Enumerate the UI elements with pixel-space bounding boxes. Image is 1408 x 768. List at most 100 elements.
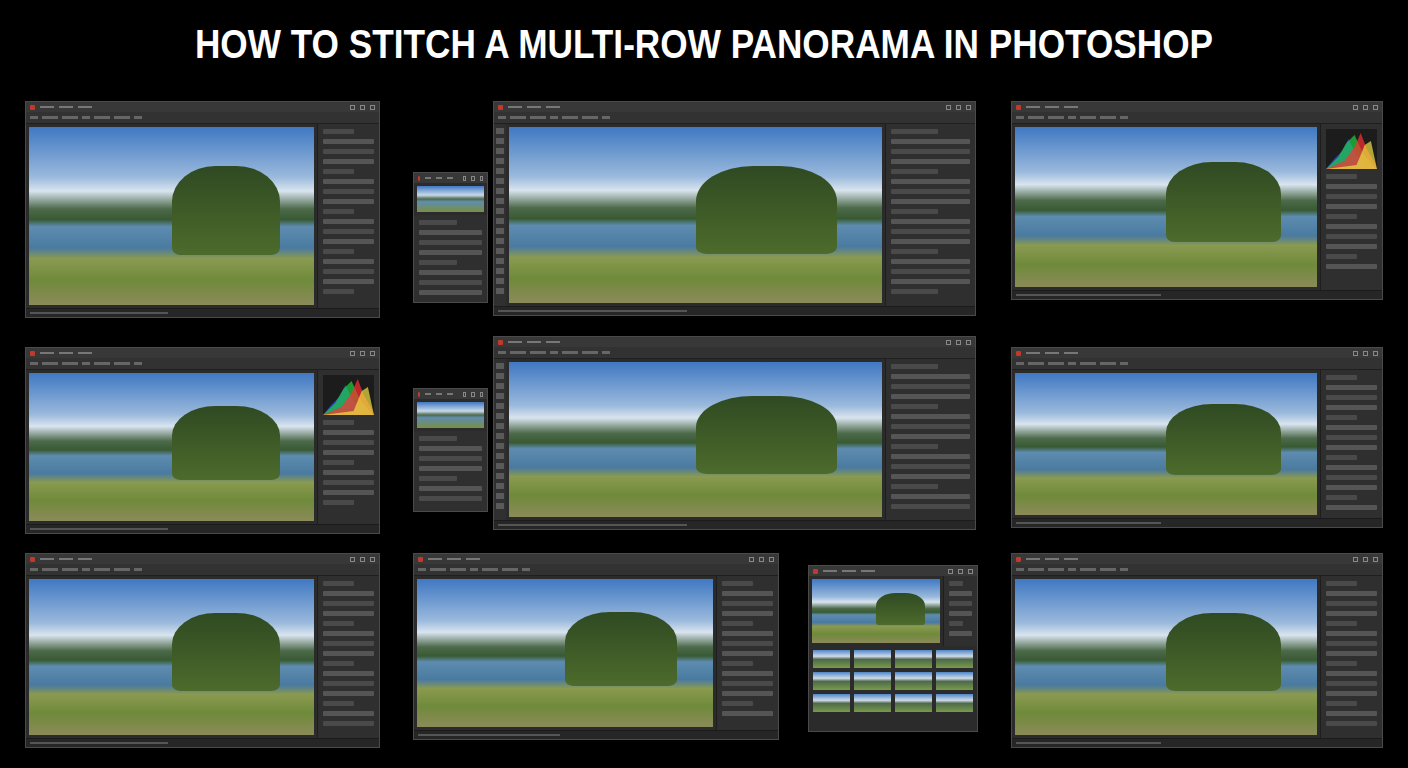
close-icon[interactable] [370, 351, 375, 356]
panel-window[interactable] [413, 388, 488, 512]
panel-row[interactable] [419, 260, 457, 265]
panel-row[interactable] [1326, 435, 1377, 440]
menu-item[interactable] [40, 352, 54, 354]
editor-window[interactable] [1011, 347, 1383, 528]
panel-row[interactable] [1326, 194, 1377, 199]
panel-row[interactable] [1326, 415, 1357, 420]
panel-row[interactable] [891, 229, 970, 234]
tool-icon[interactable] [496, 443, 504, 449]
menu-item[interactable] [447, 393, 453, 395]
option-control[interactable] [582, 116, 598, 119]
panel-row[interactable] [419, 476, 457, 481]
panel-row[interactable] [323, 611, 374, 616]
panel-row[interactable] [891, 444, 938, 449]
panel-row[interactable] [323, 450, 374, 455]
panel-row[interactable] [1326, 244, 1377, 249]
panel-row[interactable] [323, 199, 374, 204]
panel-row[interactable] [722, 581, 753, 586]
panel-row[interactable] [323, 159, 374, 164]
panel-row[interactable] [419, 220, 457, 225]
maximize-icon[interactable] [471, 392, 474, 397]
panel-row[interactable] [1326, 184, 1377, 189]
panel-row[interactable] [722, 711, 773, 716]
panel-row[interactable] [419, 290, 482, 295]
minimize-icon[interactable] [1353, 557, 1358, 562]
panel-row[interactable] [1326, 204, 1377, 209]
panel-row[interactable] [323, 440, 374, 445]
menu-item[interactable] [447, 177, 453, 179]
menu-item[interactable] [1064, 106, 1078, 108]
panel-row[interactable] [323, 460, 354, 465]
image-thumbnail[interactable] [936, 694, 973, 712]
panel-row[interactable] [419, 466, 482, 471]
panel-row[interactable] [891, 149, 970, 154]
option-control[interactable] [1016, 568, 1024, 571]
panel-row[interactable] [323, 129, 354, 134]
option-control[interactable] [1028, 116, 1044, 119]
maximize-icon[interactable] [360, 105, 365, 110]
editor-window[interactable] [493, 336, 976, 530]
panel-row[interactable] [891, 434, 970, 439]
close-icon[interactable] [1373, 351, 1378, 356]
close-icon[interactable] [769, 557, 774, 562]
panel-row[interactable] [1326, 591, 1377, 596]
panel-row[interactable] [323, 269, 374, 274]
option-control[interactable] [530, 351, 546, 354]
panel-row[interactable] [891, 364, 938, 369]
option-control[interactable] [94, 362, 110, 365]
menu-item[interactable] [425, 393, 431, 395]
close-icon[interactable] [966, 105, 971, 110]
editor-window[interactable] [25, 101, 380, 318]
panel-row[interactable] [1326, 445, 1377, 450]
option-control[interactable] [114, 116, 130, 119]
menu-item[interactable] [1045, 106, 1059, 108]
panel-row[interactable] [722, 591, 773, 596]
panel-row[interactable] [722, 661, 753, 666]
option-control[interactable] [94, 116, 110, 119]
minimize-icon[interactable] [946, 340, 951, 345]
tool-icon[interactable] [496, 208, 504, 214]
panel-row[interactable] [323, 239, 374, 244]
minimize-icon[interactable] [350, 105, 355, 110]
editor-window[interactable] [1011, 553, 1383, 748]
panel-row[interactable] [1326, 405, 1377, 410]
tool-icon[interactable] [496, 228, 504, 234]
option-control[interactable] [510, 351, 526, 354]
option-control[interactable] [1100, 568, 1116, 571]
panel-row[interactable] [323, 149, 374, 154]
tool-icon[interactable] [496, 188, 504, 194]
maximize-icon[interactable] [958, 569, 963, 574]
option-control[interactable] [1080, 568, 1096, 571]
panel-row[interactable] [323, 671, 374, 676]
panel-row[interactable] [891, 474, 970, 479]
menu-item[interactable] [425, 177, 431, 179]
option-control[interactable] [94, 568, 110, 571]
panel-row[interactable] [323, 209, 354, 214]
editor-window[interactable] [493, 101, 976, 316]
panel-row[interactable] [891, 504, 970, 509]
menu-item[interactable] [78, 352, 92, 354]
panel-row[interactable] [1326, 224, 1377, 229]
tool-icon[interactable] [496, 423, 504, 429]
tool-icon[interactable] [496, 403, 504, 409]
menu-item[interactable] [436, 177, 442, 179]
panel-row[interactable] [323, 601, 374, 606]
option-control[interactable] [602, 116, 610, 119]
panel-row[interactable] [891, 494, 970, 499]
option-control[interactable] [1068, 568, 1076, 571]
panel-row[interactable] [891, 484, 938, 489]
menu-item[interactable] [1064, 558, 1078, 560]
option-control[interactable] [562, 116, 578, 119]
option-control[interactable] [1100, 362, 1116, 365]
tool-icon[interactable] [496, 168, 504, 174]
panel-row[interactable] [1326, 651, 1377, 656]
option-control[interactable] [62, 362, 78, 365]
menu-item[interactable] [861, 570, 875, 572]
close-icon[interactable] [480, 392, 483, 397]
menu-item[interactable] [546, 341, 560, 343]
menu-item[interactable] [527, 106, 541, 108]
panel-row[interactable] [891, 179, 970, 184]
panel-row[interactable] [323, 470, 374, 475]
panel-row[interactable] [1326, 385, 1377, 390]
menu-item[interactable] [1026, 106, 1040, 108]
